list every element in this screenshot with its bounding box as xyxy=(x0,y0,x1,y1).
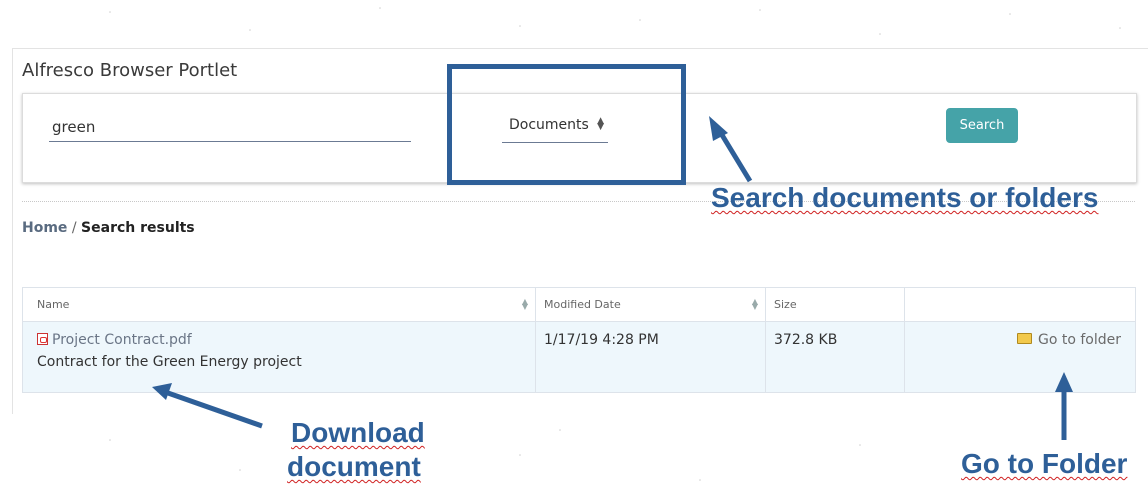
annotation-search: Search documents or folders xyxy=(711,182,1099,213)
search-arrow xyxy=(716,128,753,183)
download-arrow-head xyxy=(152,383,172,400)
highlight-box xyxy=(447,64,686,185)
annotation-overlay xyxy=(152,64,1073,440)
folder-arrow-head xyxy=(1055,372,1073,392)
annotation-go-to-folder: Go to Folder xyxy=(961,448,1128,479)
annotation-download-line2: document xyxy=(287,451,421,482)
annotation-download-line1: Download xyxy=(291,417,425,448)
download-arrow xyxy=(167,390,263,429)
